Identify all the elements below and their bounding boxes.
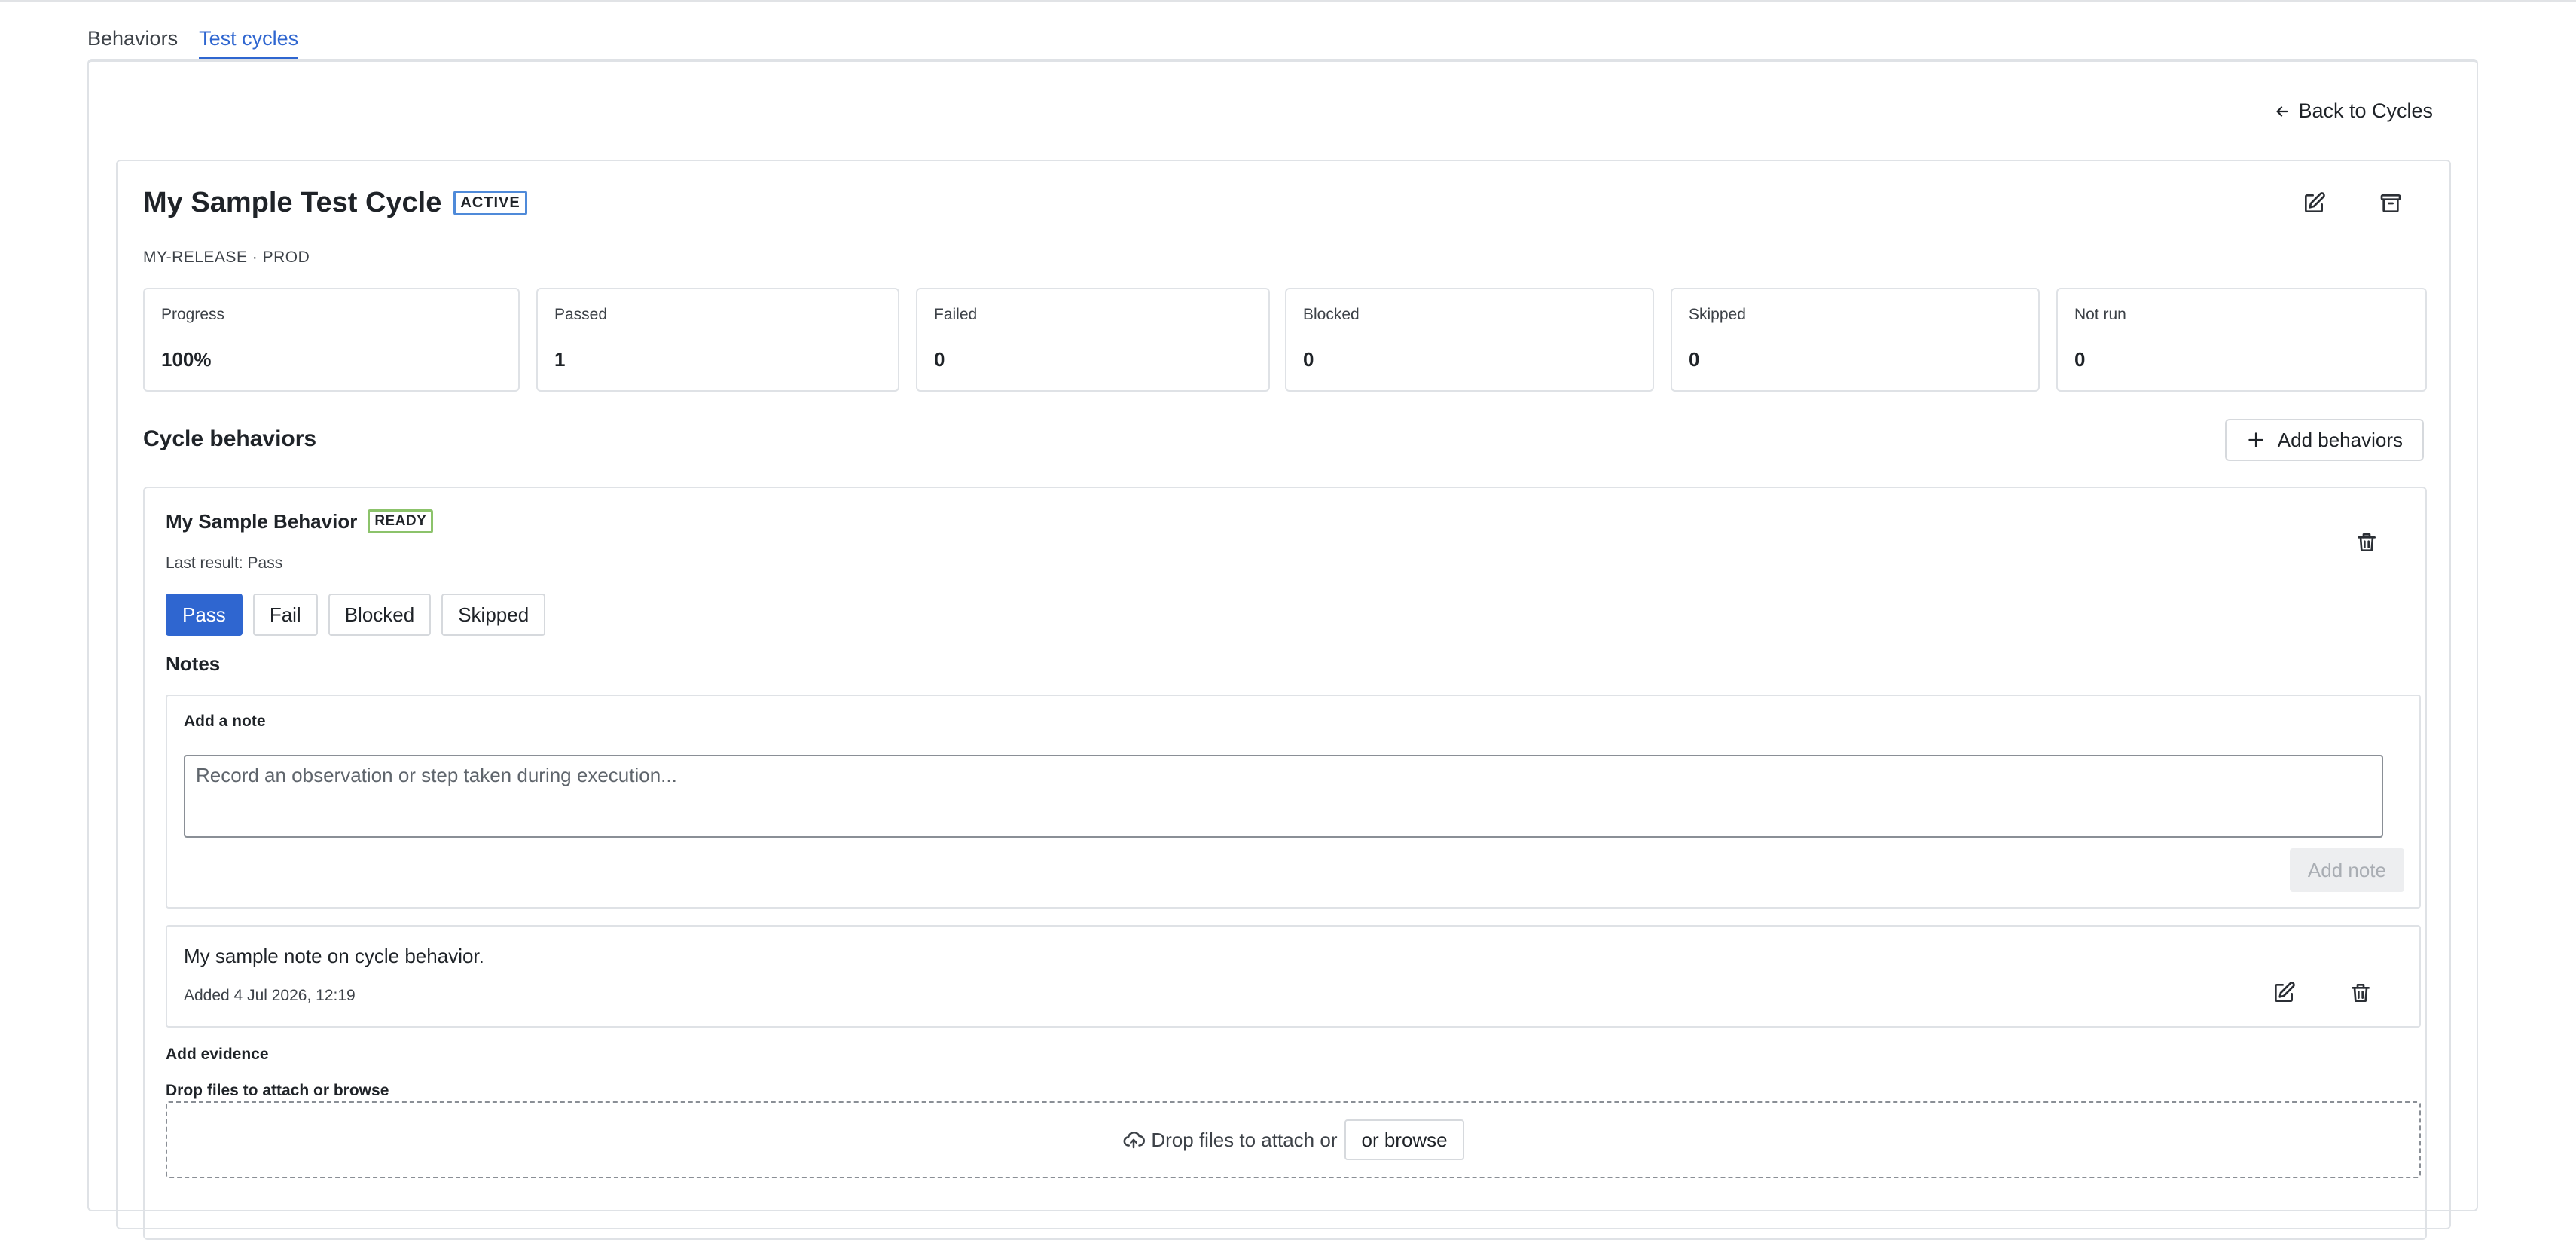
delete-behavior-button[interactable] (2350, 526, 2383, 559)
stat-progress: Progress 100% (143, 288, 520, 392)
edit-note-button[interactable] (2267, 976, 2300, 1009)
add-note-box: Add a note Add note (166, 695, 2421, 909)
back-to-cycles-label: Back to Cycles (2298, 99, 2433, 122)
arrow-left-icon (2276, 105, 2288, 117)
cycle-behaviors-title: Cycle behaviors (143, 426, 317, 451)
stat-value: 0 (1303, 348, 1314, 371)
file-dropzone[interactable]: Drop files to attach or or browse (166, 1101, 2421, 1178)
plus-icon (2248, 432, 2263, 447)
edit-icon (2305, 192, 2325, 212)
stat-value: 0 (934, 348, 945, 371)
browse-button[interactable]: or browse (1344, 1119, 1464, 1160)
stat-label: Blocked (1303, 306, 1360, 323)
stat-label: Passed (554, 306, 608, 323)
edit-cycle-button[interactable] (2297, 187, 2330, 220)
notes-title: Notes (166, 652, 221, 675)
cycle-card: My Sample Test Cycle ACTIVE MY-RELEASE ·… (116, 160, 2451, 1240)
stat-label: Progress (161, 306, 225, 323)
cycle-status-badge: ACTIVE (453, 191, 527, 215)
tab-behaviors[interactable]: Behaviors (87, 21, 178, 60)
note-text: My sample note on cycle behavior. (184, 945, 484, 967)
cycle-header: My Sample Test Cycle ACTIVE (143, 187, 527, 219)
upload-cloud-icon (1123, 1131, 1146, 1149)
stat-failed: Failed 0 (916, 288, 1270, 392)
dropzone-text-wrap: Drop files to attach or (1122, 1129, 1337, 1152)
stat-value: 0 (2074, 348, 2086, 371)
skipped-button[interactable]: Skipped (441, 594, 546, 636)
stat-skipped: Skipped 0 (1671, 288, 2040, 392)
behavior-status-badge: READY (368, 509, 434, 533)
stat-value: 0 (1689, 348, 1700, 371)
stat-label: Skipped (1689, 306, 1746, 323)
note-input[interactable] (184, 755, 2383, 838)
add-note-button[interactable]: Add note (2289, 848, 2404, 892)
back-to-cycles-link[interactable]: Back to Cycles (2274, 99, 2433, 123)
fail-button[interactable]: Fail (252, 594, 318, 636)
behavior-title: My Sample Behavior (166, 509, 358, 533)
cycle-title: My Sample Test Cycle (143, 187, 442, 218)
behavior-header: My Sample Behavior READY (166, 509, 434, 533)
edit-icon (2275, 982, 2295, 1002)
behavior-card: My Sample Behavior READY Last result: Pa… (143, 487, 2427, 1240)
tab-bar: Behaviors Test cycles (87, 21, 299, 60)
stat-passed: Passed 1 (536, 288, 899, 392)
note-date: Added 4 Jul 2026, 12:19 (184, 987, 356, 1004)
note-item: My sample note on cycle behavior. Added … (166, 925, 2421, 1028)
test-cycles-panel: Back to Cycles My Sample Test Cycle ACTI… (87, 59, 2478, 1240)
note-actions (2267, 976, 2377, 1009)
archive-icon (2380, 194, 2401, 212)
add-note-label: Add a note (184, 713, 266, 730)
stat-label: Failed (934, 306, 978, 323)
tab-test-cycles[interactable]: Test cycles (199, 21, 299, 60)
pass-button[interactable]: Pass (166, 594, 243, 636)
stat-value: 100% (161, 348, 212, 371)
trash-icon (2358, 533, 2376, 551)
stat-blocked: Blocked 0 (1285, 288, 1654, 392)
last-result: Last result: Pass (166, 554, 283, 572)
dropzone-label: Drop files to attach or browse (166, 1082, 389, 1099)
top-divider (0, 0, 2576, 2)
delete-note-button[interactable] (2344, 976, 2377, 1009)
cycle-actions (2297, 187, 2407, 220)
add-behaviors-label: Add behaviors (2277, 428, 2403, 451)
blocked-button[interactable]: Blocked (328, 594, 432, 636)
stat-value: 1 (554, 348, 566, 371)
add-evidence-title: Add evidence (166, 1046, 269, 1063)
add-behaviors-button[interactable]: Add behaviors (2224, 419, 2424, 461)
cycle-meta: MY-RELEASE · PROD (143, 249, 310, 266)
stat-label: Not run (2074, 306, 2126, 323)
trash-icon (2352, 984, 2370, 1002)
archive-cycle-button[interactable] (2374, 187, 2407, 220)
result-button-group: Pass Fail Blocked Skipped (166, 594, 546, 636)
stat-not-run: Not run 0 (2056, 288, 2427, 392)
dropzone-text: Drop files to attach or (1151, 1128, 1338, 1151)
